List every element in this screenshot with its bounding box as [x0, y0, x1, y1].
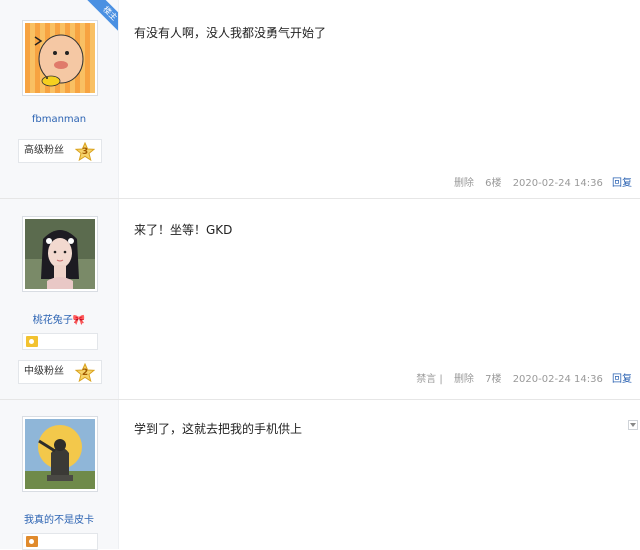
- username[interactable]: 桃花兔子🎀: [0, 311, 118, 326]
- honor-badge[interactable]: [22, 333, 98, 350]
- mute-link[interactable]: 禁言 |: [416, 374, 443, 385]
- post-time: 2020-02-24 14:36: [512, 374, 603, 385]
- level-name: 高级粉丝: [24, 145, 64, 156]
- post-content: 学到了，这就去把我的手机供上: [134, 422, 303, 436]
- owner-label: 楼主: [87, 0, 118, 36]
- level-star-icon: 2: [74, 362, 96, 383]
- badge-icon: [26, 536, 38, 547]
- post-8: 我真的不是皮卡 学到了，这就去把我的手机供上: [0, 400, 640, 550]
- portrait-avatar-image: [25, 219, 95, 289]
- post-meta: 删除 6楼 2020-02-24 14:36 回复: [446, 174, 632, 189]
- floor-number: 7楼: [485, 374, 502, 385]
- author-panel: 我真的不是皮卡: [0, 400, 119, 550]
- post-menu-toggle[interactable]: [628, 420, 638, 430]
- post-content: 有没有人啊，没人我都没勇气开始了: [134, 26, 327, 40]
- level-number: 2: [81, 368, 89, 378]
- level-star-icon: 3: [74, 141, 96, 162]
- speaker-badge-icon: [26, 336, 38, 347]
- post-6: 楼主 fbmanman 高级粉丝 3 有没有人啊，没人我都没勇气开始了 删除 6…: [0, 0, 640, 198]
- username[interactable]: fbmanman: [0, 114, 118, 125]
- avatar[interactable]: [22, 216, 98, 292]
- post-content: 来了！坐等！GKD: [134, 223, 233, 237]
- reply-link[interactable]: 回复: [612, 374, 632, 385]
- author-panel: 楼主 fbmanman 高级粉丝 3: [0, 0, 119, 198]
- username-text: 桃花兔子: [32, 315, 73, 326]
- level-badge[interactable]: 中级粉丝 2: [18, 360, 102, 384]
- bow-icon: 🎀: [72, 315, 86, 326]
- author-panel: 桃花兔子🎀 中级粉丝 2: [0, 199, 119, 399]
- level-name: 中级粉丝: [24, 366, 64, 377]
- reply-link[interactable]: 回复: [612, 178, 632, 189]
- username[interactable]: 我真的不是皮卡: [0, 511, 118, 526]
- post-7: 桃花兔子🎀 中级粉丝 2 来了！坐等！GKD 禁言 | 删除 7楼 2020-0…: [0, 199, 640, 399]
- post-time: 2020-02-24 14:36: [512, 178, 603, 189]
- post-meta: 禁言 | 删除 7楼 2020-02-24 14:36 回复: [408, 370, 632, 385]
- level-number: 3: [81, 147, 89, 157]
- owner-ribbon: 楼主: [82, 0, 118, 36]
- level-badge[interactable]: 高级粉丝 3: [18, 139, 102, 163]
- avatar[interactable]: [22, 416, 98, 492]
- honor-badge[interactable]: [22, 533, 98, 550]
- floor-number: 6楼: [485, 178, 502, 189]
- delete-link[interactable]: 删除: [454, 178, 474, 189]
- statue-avatar-image: [25, 419, 95, 489]
- delete-link[interactable]: 删除: [454, 374, 474, 385]
